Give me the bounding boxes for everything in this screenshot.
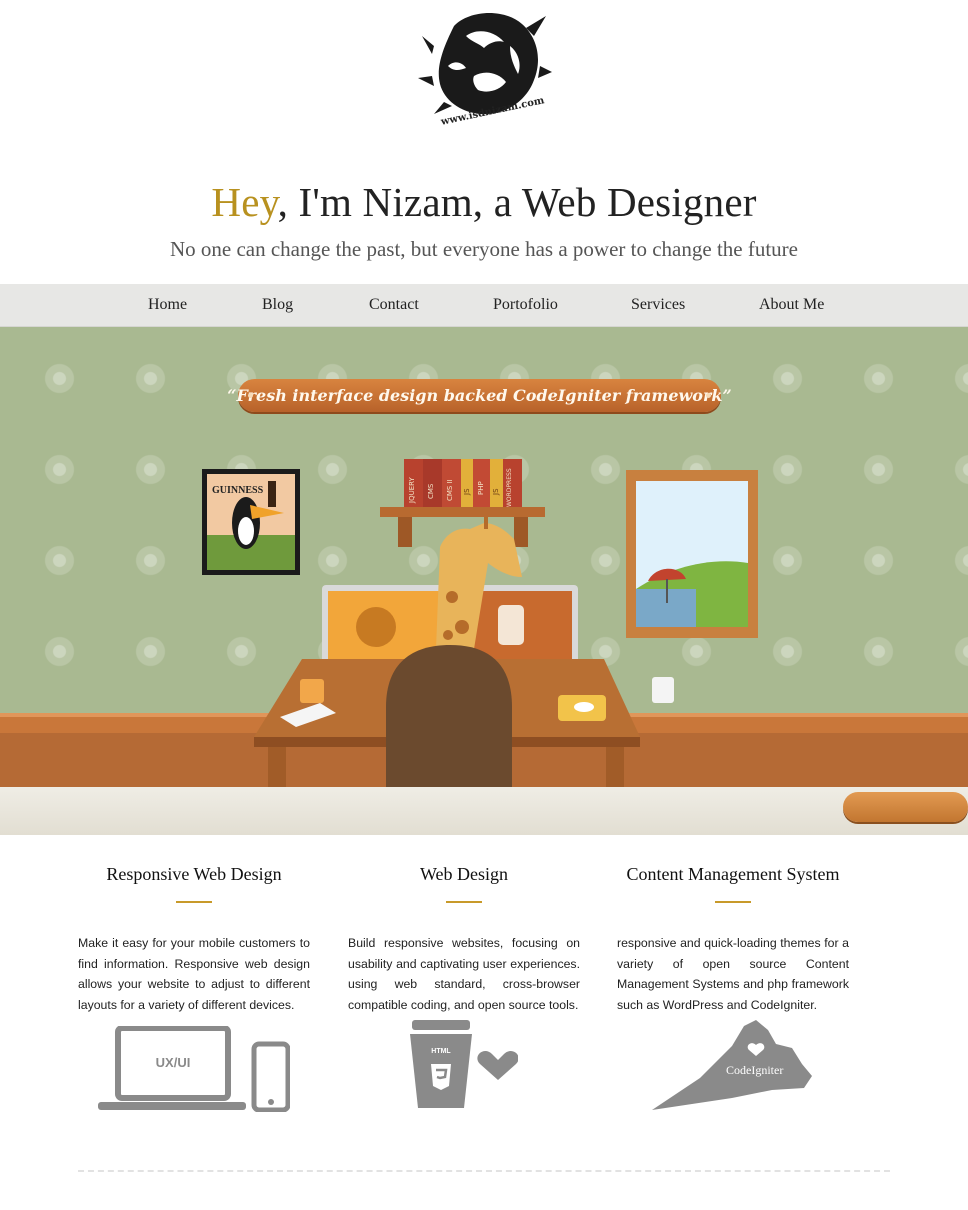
poster-label: GUINNESS [212, 485, 264, 496]
hero-illustration: “Fresh interface design backed CodeIgnit… [0, 327, 968, 787]
feature-divider [715, 901, 751, 903]
book-spines: JQUERY CMS CMS II JS PHP JS WORDPRESS [404, 465, 522, 509]
headline-hey: Hey [211, 179, 278, 225]
nav-item-portofolio[interactable]: Portofolio [493, 296, 558, 314]
book-spine-label: CMS II [446, 479, 454, 501]
wall-outlet [652, 677, 674, 703]
book-spine-label: PHP [477, 481, 485, 495]
headline-rest: , I'm Nizam, a Web Designer [277, 179, 757, 225]
hero-floor-strip [0, 787, 968, 835]
heart-icon [477, 1051, 519, 1080]
feature-title: Content Management System [626, 864, 840, 884]
html5-cup-heart-icon: HTML [410, 1020, 519, 1110]
feature-divider [446, 901, 482, 903]
book-spine-label: JQUERY [408, 477, 416, 503]
banner-dot-right [706, 393, 711, 398]
nav-item-blog[interactable]: Blog [262, 296, 293, 314]
nav-item-home[interactable]: Home [148, 296, 187, 314]
book-spine-label: WORDPRESS [506, 468, 513, 507]
feature-web-design: Web Design Build responsive websites, fo… [348, 864, 580, 1015]
feature-content-management-system: Content Management System responsive and… [617, 864, 849, 1015]
feature-description: Make it easy for your mobile customers t… [78, 936, 310, 1012]
page-tagline: No one can change the past, but everyone… [169, 237, 798, 261]
book-spine-label: JS [492, 488, 500, 495]
nav-item-contact[interactable]: Contact [369, 296, 419, 314]
hero-banner: “Fresh interface design backed CodeIgnit… [227, 379, 732, 412]
laptop-screen-label: UX/UI [155, 1055, 191, 1070]
coffee-cup-icon [410, 1020, 519, 1108]
page-headline: Hey, I'm Nizam, a Web Designer [0, 178, 968, 226]
feature-responsive-web-design: Responsive Web Design Make it easy for y… [78, 864, 310, 1015]
laptop-phone-icon: UX/UI [98, 1025, 291, 1113]
slider-next-button[interactable] [843, 792, 968, 822]
map-label: CodeIgniter [726, 1063, 784, 1077]
html-badge-label: HTML [431, 1048, 451, 1055]
site-logo[interactable]: www.isdnizam.com [414, 6, 554, 136]
feature-divider [176, 901, 212, 903]
section-divider [78, 1170, 890, 1172]
feature-title: Responsive Web Design [106, 864, 282, 884]
feature-title: Web Design [419, 864, 509, 884]
main-nav: Home Blog Contact Portofolio Services Ab… [0, 284, 968, 327]
state-map-icon: CodeIgniter [652, 1020, 816, 1112]
wall-window [626, 470, 758, 638]
nav-item-services[interactable]: Services [631, 296, 685, 314]
feature-description: responsive and quick-loading themes for … [617, 936, 849, 1012]
book-spine-label: CMS [427, 483, 435, 499]
book-spine-label: JS [463, 488, 471, 495]
banner-dot-left [248, 393, 253, 398]
nav-item-about-me[interactable]: About Me [759, 296, 824, 314]
desk-chair [386, 645, 512, 787]
hero-banner-text: “Fresh interface design backed CodeIgnit… [227, 386, 732, 405]
feature-description: Build responsive websites, focusing on u… [348, 936, 580, 1012]
